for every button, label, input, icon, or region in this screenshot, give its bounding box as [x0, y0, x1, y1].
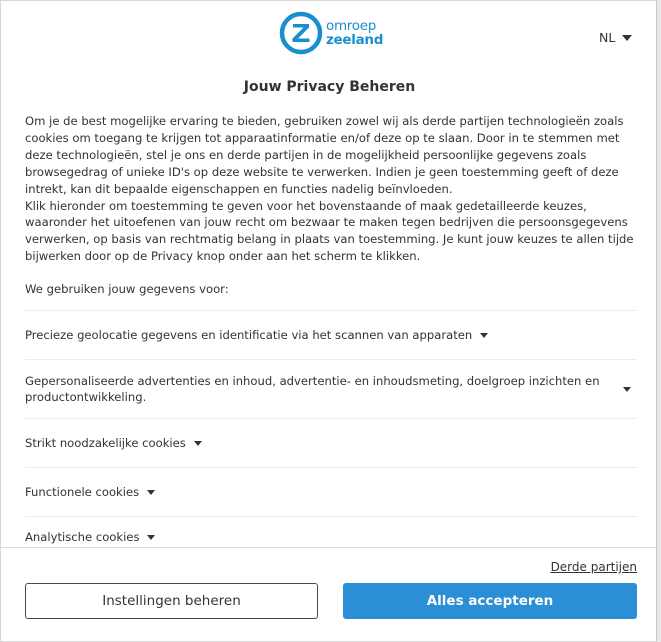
z-logo-icon — [279, 11, 323, 55]
purpose-functional[interactable]: Functionele cookies — [25, 467, 637, 516]
chevron-down-icon — [147, 490, 156, 496]
purpose-personalised-ads[interactable]: Gepersonaliseerde advertenties en inhoud… — [25, 359, 637, 418]
uses-label: We gebruiken jouw gegevens voor: — [25, 282, 229, 297]
modal-footer: Derde partijen Instellingen beheren Alle… — [1, 547, 656, 641]
purpose-label-text: Precieze geolocatie gegevens en identifi… — [25, 328, 473, 343]
modal-header: omroep zeeland NL — [1, 1, 656, 67]
chevron-down-icon — [622, 34, 633, 41]
modal-title: Jouw Privacy Beheren — [243, 79, 416, 95]
language-selector[interactable]: NL — [599, 30, 633, 45]
omroep-zeeland-logo: omroep zeeland — [279, 11, 383, 55]
chevron-down-icon — [147, 534, 156, 540]
intro-paragraph-2: Klik hieronder om toestemming te geven v… — [25, 198, 634, 264]
logo-line-2: zeeland — [326, 32, 384, 48]
purpose-label: Analytische cookies — [25, 529, 156, 545]
purpose-geolocation[interactable]: Precieze geolocatie gegevens en identifi… — [25, 310, 637, 359]
purpose-list: Precieze geolocatie gegevens en identifi… — [25, 310, 637, 547]
chevron-down-icon — [623, 386, 631, 392]
purpose-strictly-necessary[interactable]: Strikt noodzakelijke cookies — [25, 418, 637, 467]
page-edge-background — [657, 0, 661, 642]
manage-settings-button[interactable]: Instellingen beheren — [25, 583, 318, 619]
accept-all-button[interactable]: Alles accepteren — [343, 583, 637, 619]
purpose-label-text: Strikt noodzakelijke cookies — [25, 436, 186, 451]
purpose-label: Functionele cookies — [25, 484, 156, 500]
privacy-modal: omroep zeeland NL Jouw Privacy Beheren O… — [0, 0, 657, 642]
logo-wordmark: omroep zeeland — [326, 19, 383, 47]
purpose-label: Gepersonaliseerde advertenties en inhoud… — [25, 374, 600, 405]
purpose-label-text: Analytische cookies — [25, 529, 140, 544]
modal-content-scroll[interactable]: Om je de best mogelijke ervaring te bied… — [25, 113, 637, 547]
purpose-analytical[interactable]: Analytische cookies — [25, 516, 637, 547]
purpose-label-text: Functionele cookies — [25, 485, 140, 500]
chevron-down-icon — [480, 333, 489, 339]
purpose-label: Precieze geolocatie gegevens en identifi… — [25, 327, 489, 343]
logo-line-1: omroep — [326, 18, 376, 34]
purpose-label: Strikt noodzakelijke cookies — [25, 435, 202, 451]
third-parties-link[interactable]: Derde partijen — [551, 560, 637, 574]
intro-text: Om je de best mogelijke ervaring te bied… — [25, 113, 637, 265]
language-selected: NL — [599, 30, 616, 45]
chevron-down-icon — [193, 441, 202, 447]
intro-paragraph-1: Om je de best mogelijke ervaring te bied… — [25, 114, 624, 196]
